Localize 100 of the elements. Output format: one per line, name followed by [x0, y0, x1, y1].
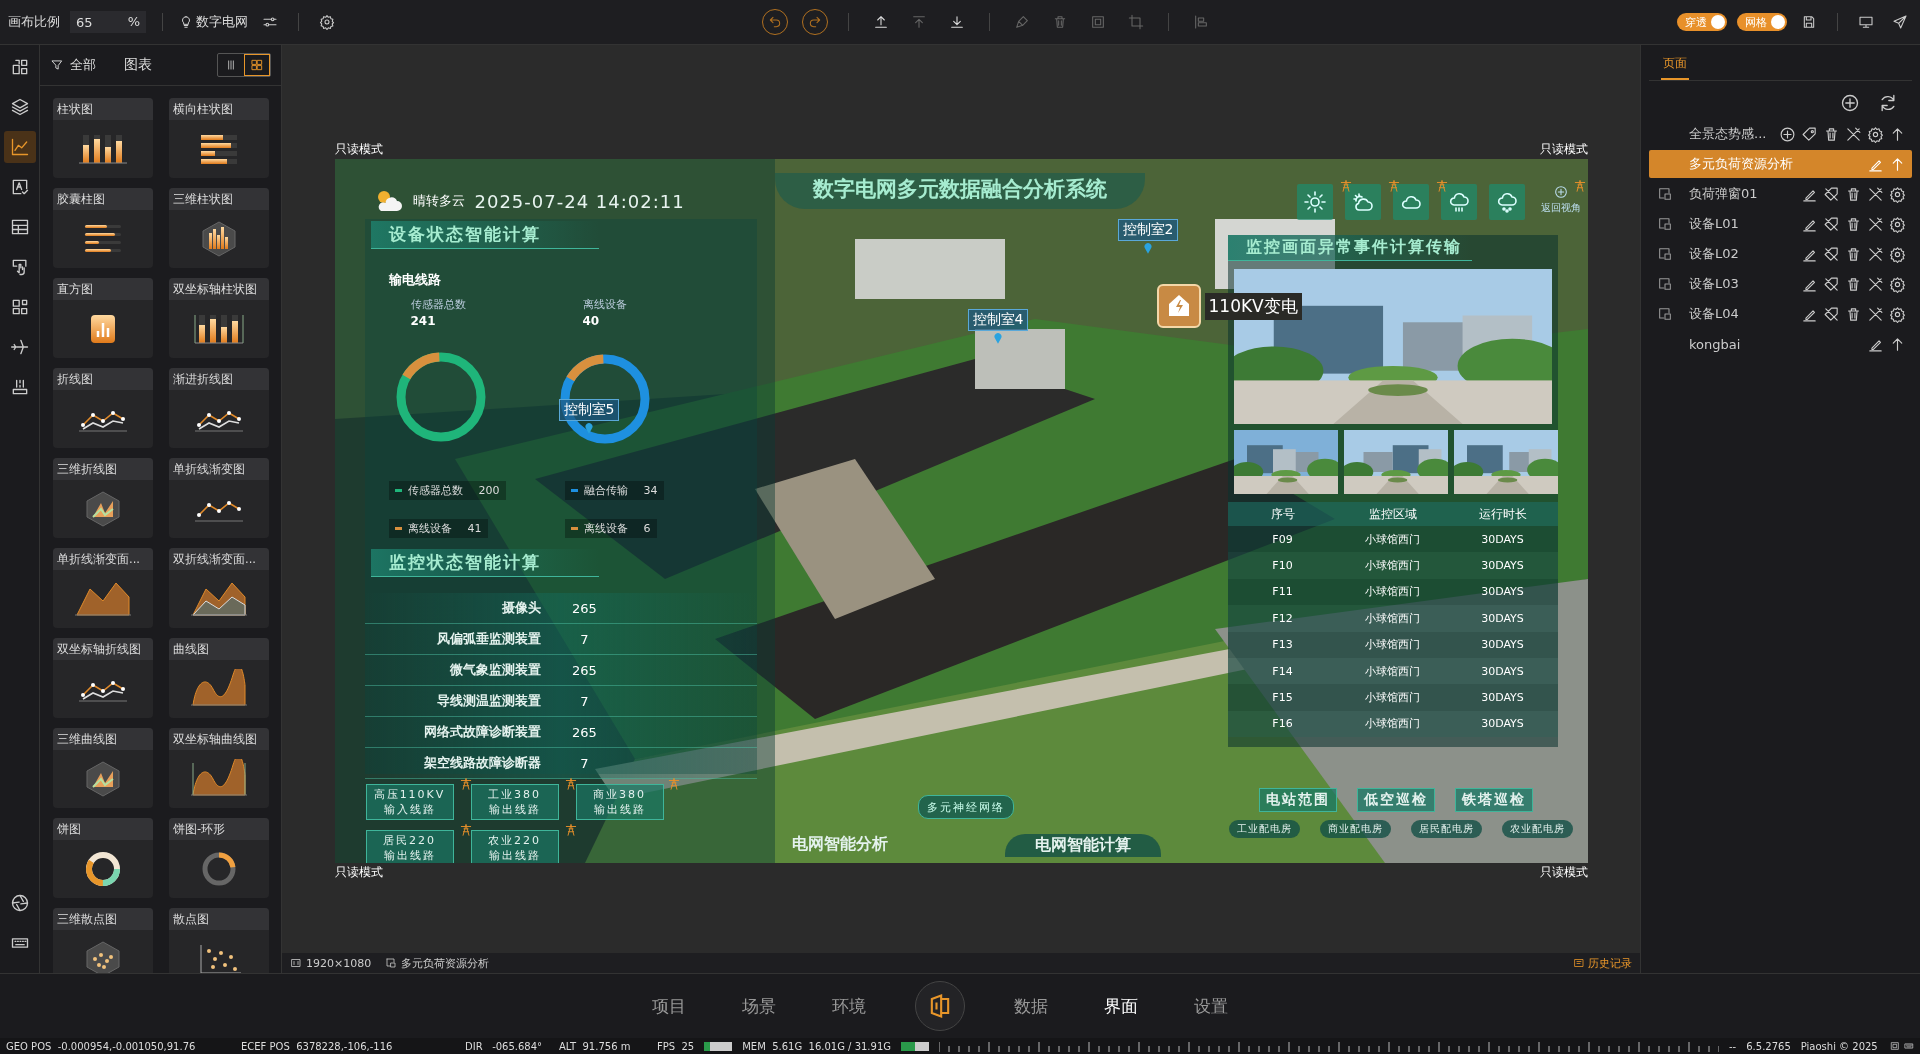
- nav-tab[interactable]: 界面: [1097, 994, 1145, 1018]
- size-icon: [290, 957, 302, 969]
- card-title: 散点图: [169, 908, 269, 930]
- redo-icon: [807, 14, 823, 30]
- plus-circle-icon: [1840, 93, 1860, 113]
- page-row[interactable]: 设备L01: [1649, 210, 1912, 238]
- frame-icon: [1090, 14, 1106, 30]
- nav-tab[interactable]: 设置: [1187, 994, 1235, 1018]
- tools-icon[interactable]: [1867, 275, 1884, 293]
- direction: DIR -065.684°: [465, 1040, 544, 1052]
- trash-icon[interactable]: [1823, 125, 1840, 143]
- page-name: kongbai: [1689, 336, 1741, 352]
- pages-tab[interactable]: 页面: [1661, 55, 1689, 80]
- tools-icon[interactable]: [1867, 185, 1884, 203]
- send-icon: [1892, 14, 1908, 30]
- grid-view-button[interactable]: [244, 54, 270, 76]
- unit-label: %: [127, 14, 140, 29]
- chart-card[interactable]: 双折线渐变面...: [169, 548, 269, 628]
- tools-icon[interactable]: [1867, 245, 1884, 263]
- chart-card[interactable]: 渐进折线图: [169, 368, 269, 448]
- altitude: ALT 91.756 m: [559, 1040, 632, 1052]
- download-icon: [949, 14, 965, 30]
- card-title: 单折线渐变面...: [53, 548, 153, 570]
- nav-tab[interactable]: 数据: [1007, 994, 1055, 1018]
- undo-icon: [767, 14, 783, 30]
- page-row[interactable]: 全景态势感...: [1649, 120, 1912, 148]
- chart-card[interactable]: 散点图: [169, 908, 269, 973]
- page-icon: [1657, 186, 1673, 202]
- tools-icon[interactable]: [1867, 215, 1884, 233]
- chart-card[interactable]: 柱状图: [53, 98, 153, 178]
- gear-icon: [319, 14, 335, 30]
- tag-x-icon[interactable]: [1823, 275, 1840, 293]
- monitor-icon: [1858, 14, 1874, 30]
- trash-icon[interactable]: [1845, 275, 1862, 293]
- card-title: 饼图-环形: [169, 818, 269, 840]
- chart-card[interactable]: 双坐标轴折线图: [53, 638, 153, 718]
- chart-card[interactable]: 曲线图: [169, 638, 269, 718]
- logo-button[interactable]: [915, 981, 965, 1031]
- chart-card[interactable]: 横向柱状图: [169, 98, 269, 178]
- gear-icon[interactable]: [1889, 275, 1906, 293]
- tag-icon[interactable]: [1801, 125, 1818, 143]
- tools-icon[interactable]: [1845, 125, 1862, 143]
- chart-card[interactable]: 胶囊柱图: [53, 188, 153, 268]
- frame-icon: [1890, 1041, 1900, 1051]
- card-title: 单折线渐变图: [169, 458, 269, 480]
- trash-icon[interactable]: [1845, 305, 1862, 323]
- chart-tab[interactable]: [3, 131, 36, 163]
- chart-card[interactable]: 单折线渐变面...: [53, 548, 153, 628]
- page-name: 多元负荷资源分析: [401, 955, 490, 971]
- gear-icon[interactable]: [1889, 245, 1906, 263]
- plus-circle-icon[interactable]: [1779, 125, 1796, 143]
- trash-icon[interactable]: [1845, 245, 1862, 263]
- chart-card[interactable]: 饼图-环形: [169, 818, 269, 898]
- chart-card[interactable]: 三维曲线图: [53, 728, 153, 808]
- gear-icon[interactable]: [1889, 305, 1906, 323]
- page-row[interactable]: 设备L02: [1649, 240, 1912, 268]
- gear-icon[interactable]: [1889, 185, 1906, 203]
- fps-reading: FPS 25: [657, 1040, 695, 1052]
- crop-icon: [1128, 14, 1144, 30]
- page-row[interactable]: 设备L03: [1649, 270, 1912, 298]
- nav-tab[interactable]: 场景: [735, 994, 783, 1018]
- page-row[interactable]: 设备L04: [1649, 300, 1912, 328]
- chart-card[interactable]: 单折线渐变图: [169, 458, 269, 538]
- keyboard-icon: [1904, 1041, 1914, 1051]
- filter-icon: [50, 58, 64, 72]
- page-icon: [385, 957, 398, 969]
- page-row[interactable]: 负荷弹窗01: [1649, 180, 1912, 208]
- tools-icon[interactable]: [1867, 305, 1884, 323]
- tag-x-icon[interactable]: [1823, 185, 1840, 203]
- project-button[interactable]: 数字电网: [179, 13, 248, 31]
- page-icon: [1657, 216, 1673, 232]
- canvas-size: 1920×1080: [306, 956, 372, 970]
- page-name: 设备L02: [1689, 245, 1739, 263]
- nav-tab[interactable]: 项目: [645, 994, 693, 1018]
- card-title: 折线图: [53, 368, 153, 390]
- history-icon: [1573, 957, 1585, 969]
- card-title: 双坐标轴曲线图: [169, 728, 269, 750]
- tag-x-icon[interactable]: [1823, 305, 1840, 323]
- history-link[interactable]: 历史记录: [1573, 955, 1632, 971]
- chart-card[interactable]: 折线图: [53, 368, 153, 448]
- chart-card[interactable]: 三维折线图: [53, 458, 153, 538]
- tag-x-icon[interactable]: [1823, 215, 1840, 233]
- chart-card[interactable]: 双坐标轴柱状图: [169, 278, 269, 358]
- chart-card[interactable]: 三维柱状图: [169, 188, 269, 268]
- filter-button[interactable]: 全部: [50, 56, 96, 74]
- nav-tab[interactable]: 环境: [825, 994, 873, 1018]
- trash-icon[interactable]: [1845, 215, 1862, 233]
- tag-x-icon[interactable]: [1823, 245, 1840, 263]
- page-icon: [1657, 306, 1673, 322]
- card-title: 胶囊柱图: [53, 188, 153, 210]
- chart-card[interactable]: 饼图: [53, 818, 153, 898]
- ecef-position: ECEF POS 6378228,-106,-116: [241, 1040, 394, 1052]
- gear-icon[interactable]: [1889, 215, 1906, 233]
- chart-card[interactable]: 三维散点图: [53, 908, 153, 973]
- aperture-icon: [9, 893, 30, 913]
- chart-card[interactable]: 双坐标轴曲线图: [169, 728, 269, 808]
- page-row[interactable]: kongbai: [1649, 330, 1912, 358]
- gear-icon[interactable]: [1867, 125, 1884, 143]
- trash-icon[interactable]: [1845, 185, 1862, 203]
- chart-card[interactable]: 直方图: [53, 278, 153, 358]
